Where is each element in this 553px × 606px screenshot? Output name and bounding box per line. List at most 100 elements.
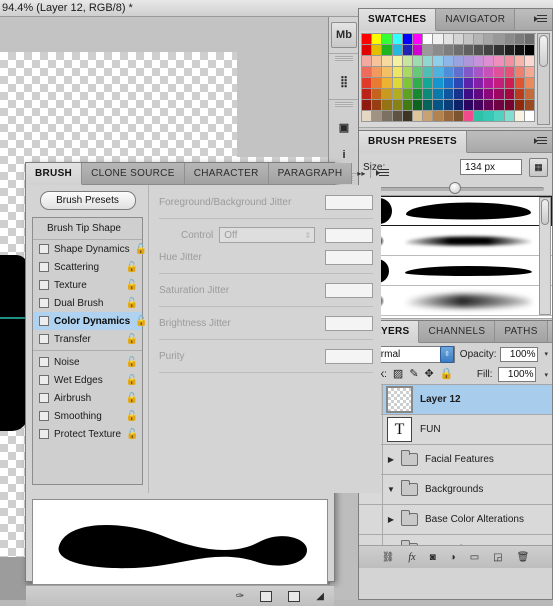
- color-swatch[interactable]: [454, 45, 464, 56]
- color-swatch[interactable]: [464, 45, 474, 56]
- color-swatch[interactable]: [515, 111, 525, 122]
- color-swatch[interactable]: [393, 78, 403, 89]
- color-swatch[interactable]: [362, 111, 372, 122]
- option-wet-edges[interactable]: Wet Edges 🔓: [33, 371, 142, 389]
- shape-dynamics-checkbox[interactable]: [39, 244, 49, 254]
- color-swatch[interactable]: [505, 89, 515, 100]
- color-swatch[interactable]: [372, 111, 382, 122]
- brush-panel-header-controls[interactable]: ▸▸ |: [352, 163, 394, 184]
- lock-all-icon[interactable]: 🔒: [440, 369, 454, 380]
- layer-name[interactable]: Base Color Alterations: [418, 514, 524, 525]
- color-swatch[interactable]: [382, 67, 392, 78]
- color-swatch[interactable]: [362, 100, 372, 111]
- layers-footer[interactable]: ⛓ fx ◙ ◑ ▭ ◲ 🗑: [359, 545, 552, 568]
- group-expand-chevron-right-icon[interactable]: ▶: [383, 515, 399, 524]
- color-swatch[interactable]: [494, 34, 504, 45]
- color-swatch[interactable]: [484, 111, 494, 122]
- color-swatch[interactable]: [362, 89, 372, 100]
- color-swatch[interactable]: [433, 56, 443, 67]
- color-swatch[interactable]: [464, 100, 474, 111]
- color-swatch[interactable]: [505, 111, 515, 122]
- color-swatch[interactable]: [525, 45, 535, 56]
- fill-input[interactable]: 100%: [498, 367, 536, 382]
- layers-tabbar[interactable]: LAYERS CHANNELS PATHS: [359, 321, 552, 343]
- swatches-panel-menu-button[interactable]: [529, 9, 552, 30]
- brush-preset-item[interactable]: [359, 316, 552, 318]
- color-swatch[interactable]: [433, 45, 443, 56]
- table-row[interactable]: Layer 12: [359, 385, 552, 415]
- color-swatch[interactable]: [433, 111, 443, 122]
- color-swatch[interactable]: [525, 111, 535, 122]
- color-swatch[interactable]: [413, 78, 423, 89]
- color-swatch[interactable]: [382, 78, 392, 89]
- color-swatch[interactable]: [403, 89, 413, 100]
- brightness-jitter-row[interactable]: Brightness Jitter: [159, 312, 373, 334]
- color-swatch[interactable]: [382, 34, 392, 45]
- brush-panel-footer[interactable]: ✑ ◢: [26, 585, 334, 606]
- collapse-panel-icon[interactable]: ▸▸: [357, 169, 365, 178]
- brush-presets-panel[interactable]: BRUSH PRESETS Size: 134 px ▦: [358, 130, 553, 320]
- option-color-dynamics[interactable]: Color Dynamics 🔓: [33, 312, 142, 330]
- option-texture[interactable]: Texture 🔓: [33, 276, 142, 294]
- color-swatch[interactable]: [433, 100, 443, 111]
- color-swatch[interactable]: [393, 56, 403, 67]
- color-swatch[interactable]: [393, 45, 403, 56]
- color-swatch[interactable]: [454, 89, 464, 100]
- unlock-icon[interactable]: 🔓: [126, 262, 138, 273]
- table-row[interactable]: ▶ Base Color Alterations: [359, 505, 552, 535]
- brightness-jitter-input[interactable]: [325, 316, 373, 331]
- tab-clone-source[interactable]: CLONE SOURCE: [82, 163, 185, 184]
- color-swatch[interactable]: [423, 34, 433, 45]
- color-swatch[interactable]: [484, 45, 494, 56]
- unlock-icon[interactable]: 🔓: [126, 357, 138, 368]
- color-swatch[interactable]: [474, 100, 484, 111]
- color-swatch[interactable]: [515, 67, 525, 78]
- dual-brush-checkbox[interactable]: [39, 298, 49, 308]
- color-swatch[interactable]: [515, 34, 525, 45]
- saturation-jitter-input[interactable]: [325, 283, 373, 298]
- option-transfer[interactable]: Transfer 🔓: [33, 330, 142, 348]
- unlock-icon[interactable]: 🔓: [135, 244, 147, 255]
- protect-texture-checkbox[interactable]: [39, 429, 49, 439]
- control-row[interactable]: Control Off: [159, 224, 373, 246]
- brush-preset-item[interactable]: [359, 226, 552, 256]
- texture-checkbox[interactable]: [39, 280, 49, 290]
- saturation-jitter-row[interactable]: Saturation Jitter: [159, 279, 373, 301]
- color-swatch[interactable]: [372, 89, 382, 100]
- new-layer-icon[interactable]: ◲: [493, 552, 502, 563]
- color-swatch[interactable]: [464, 67, 474, 78]
- histogram-icon[interactable]: ⣿: [331, 68, 357, 94]
- color-swatch[interactable]: [464, 56, 474, 67]
- layer-name[interactable]: Layer 12: [416, 394, 461, 405]
- color-swatch[interactable]: [433, 89, 443, 100]
- noise-checkbox[interactable]: [39, 357, 49, 367]
- color-swatch[interactable]: [372, 45, 382, 56]
- color-swatch[interactable]: [494, 56, 504, 67]
- color-swatch[interactable]: [413, 89, 423, 100]
- option-noise[interactable]: Noise 🔓: [33, 353, 142, 371]
- hue-jitter-input[interactable]: [325, 250, 373, 265]
- option-shape-dynamics[interactable]: Shape Dynamics 🔓: [33, 240, 142, 258]
- layer-mask-icon[interactable]: ◙: [430, 552, 436, 563]
- layer-visibility-toggle[interactable]: [359, 535, 383, 545]
- color-swatch[interactable]: [403, 100, 413, 111]
- purity-input[interactable]: [325, 349, 373, 364]
- lock-image-pixels-icon[interactable]: ✎: [409, 369, 418, 380]
- unlock-icon[interactable]: 🔓: [126, 429, 138, 440]
- tab-navigator[interactable]: NAVIGATOR: [436, 9, 515, 30]
- color-swatch[interactable]: [444, 78, 454, 89]
- table-row[interactable]: ▼ Backgrounds: [359, 475, 552, 505]
- color-swatch[interactable]: [382, 100, 392, 111]
- color-swatch[interactable]: [393, 100, 403, 111]
- option-dual-brush[interactable]: Dual Brush 🔓: [33, 294, 142, 312]
- swatches-scrollbar[interactable]: [537, 33, 550, 125]
- brush-preset-item[interactable]: [359, 286, 552, 316]
- layer-style-icon[interactable]: fx: [408, 552, 415, 563]
- unlock-icon[interactable]: 🔓: [126, 411, 138, 422]
- lock-position-icon[interactable]: ✥: [425, 369, 434, 380]
- color-swatch[interactable]: [372, 34, 382, 45]
- image-icon[interactable]: ▣: [331, 114, 357, 140]
- adjustment-layer-icon[interactable]: ◑: [450, 552, 456, 563]
- color-swatch[interactable]: [372, 67, 382, 78]
- brush-preset-list[interactable]: [359, 195, 552, 318]
